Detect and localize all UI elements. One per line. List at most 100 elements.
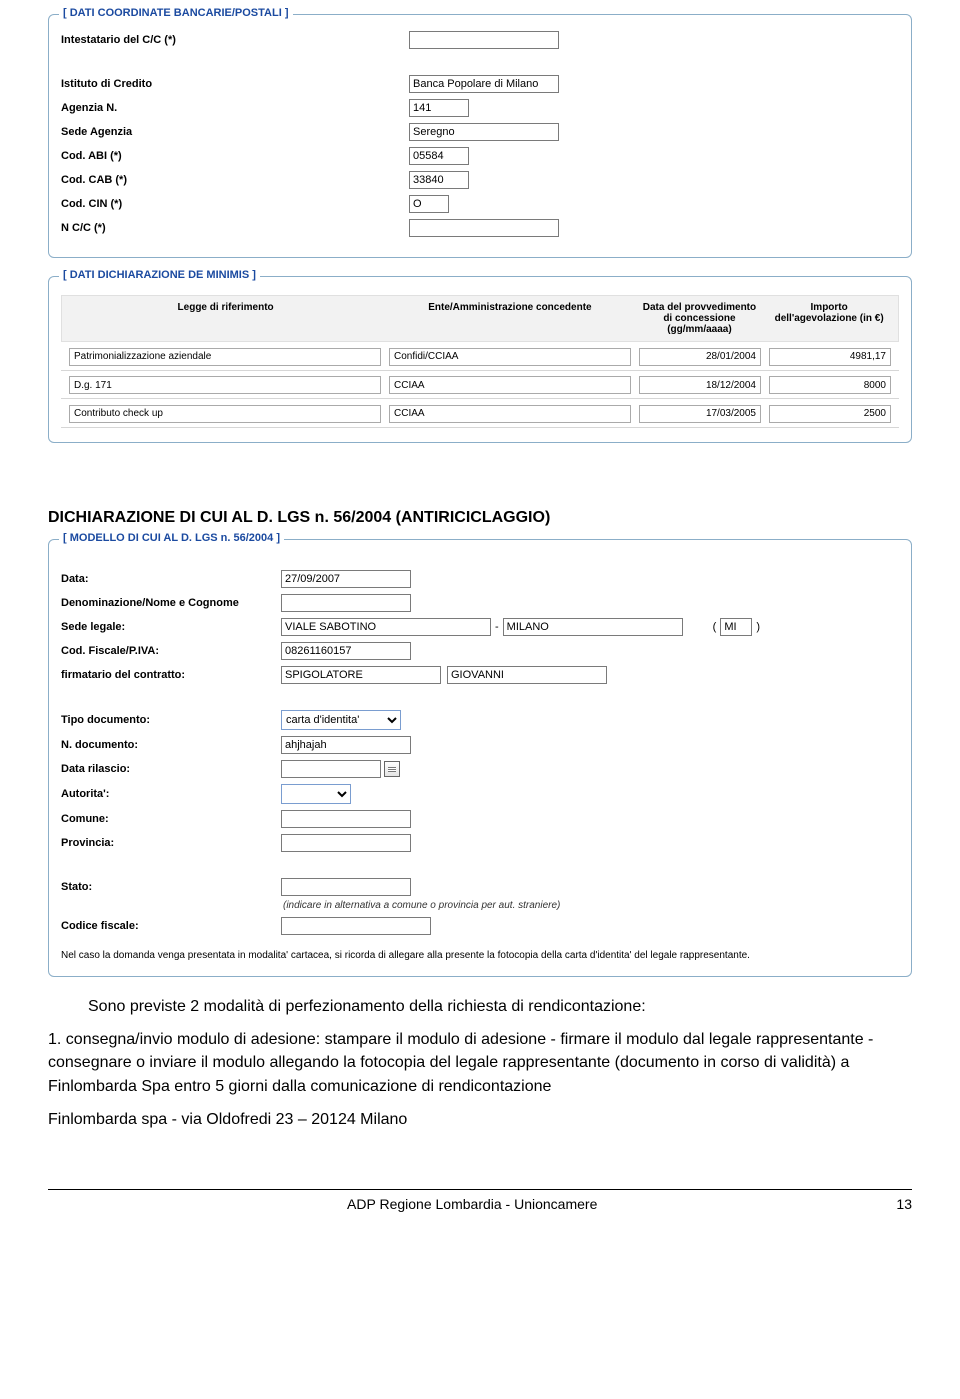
input-intestatario[interactable] — [409, 31, 559, 49]
input-codice-fiscale[interactable] — [281, 917, 431, 935]
table-row — [61, 399, 899, 428]
label-sede-legale: Sede legale: — [61, 621, 281, 633]
th-data: Data del provvedimento di concessione (g… — [635, 302, 765, 335]
cell-legge[interactable] — [69, 405, 381, 423]
input-firmatario-cognome[interactable] — [281, 666, 441, 684]
row-cod-cin: Cod. CIN (*) — [61, 195, 899, 213]
label-n-doc: N. documento: — [61, 739, 281, 751]
footer-page-number: 13 — [896, 1196, 912, 1212]
note-cartacea: Nel caso la domanda venga presentata in … — [61, 949, 899, 963]
row-cf-piva: Cod. Fiscale/P.IVA: — [61, 642, 899, 660]
row-denominazione: Denominazione/Nome e Cognome — [61, 594, 899, 612]
fieldset-bank: [ DATI COORDINATE BANCARIE/POSTALI ] Int… — [48, 14, 912, 258]
row-comune: Comune: — [61, 810, 899, 828]
select-autorita[interactable] — [281, 784, 351, 804]
page-footer: ADP Regione Lombardia - Unioncamere 13 — [48, 1189, 912, 1232]
row-n-doc: N. documento: — [61, 736, 899, 754]
cell-data[interactable] — [639, 348, 761, 366]
input-agenzia-n[interactable] — [409, 99, 469, 117]
input-istituto[interactable] — [409, 75, 559, 93]
table-row — [61, 371, 899, 400]
input-cod-cin[interactable] — [409, 195, 449, 213]
row-tipo-doc: Tipo documento: carta d'identita' — [61, 710, 899, 730]
select-tipo-doc[interactable]: carta d'identita' — [281, 710, 401, 730]
hint-stato: (indicare in alternativa a comune o prov… — [283, 900, 560, 911]
heading-antiriciclaggio: DICHIARAZIONE DI CUI AL D. LGS n. 56/200… — [48, 509, 912, 527]
label-codice-fiscale: Codice fiscale: — [61, 920, 281, 932]
label-data-rilascio: Data rilascio: — [61, 763, 281, 775]
label-data: Data: — [61, 573, 281, 585]
row-codice-fiscale: Codice fiscale: — [61, 917, 899, 935]
cell-importo[interactable] — [769, 348, 891, 366]
input-data-rilascio[interactable] — [281, 760, 381, 778]
text-intro: Sono previste 2 modalità di perfezioname… — [88, 995, 912, 1018]
label-cod-cab: Cod. CAB (*) — [61, 174, 409, 186]
input-cf-piva[interactable] — [281, 642, 411, 660]
row-firmatario: firmatario del contratto: — [61, 666, 899, 684]
table-row — [61, 342, 899, 371]
input-ncc[interactable] — [409, 219, 559, 237]
input-comune[interactable] — [281, 810, 411, 828]
deminimis-table: Legge di riferimento Ente/Amministrazion… — [61, 295, 899, 428]
cell-importo[interactable] — [769, 405, 891, 423]
legend-deminimis: [ DATI DICHIARAZIONE DE MINIMIS ] — [59, 269, 260, 281]
fieldset-modello: [ MODELLO DI CUI AL D. LGS n. 56/2004 ] … — [48, 539, 912, 978]
input-denominazione[interactable] — [281, 594, 411, 612]
text-address: Finlombarda spa - via Oldofredi 23 – 201… — [48, 1108, 912, 1131]
row-sede-legale: Sede legale: - ( ) — [61, 618, 899, 636]
cell-ente[interactable] — [389, 376, 631, 394]
row-cod-cab: Cod. CAB (*) — [61, 171, 899, 189]
legend-modello: [ MODELLO DI CUI AL D. LGS n. 56/2004 ] — [59, 532, 284, 544]
row-data: Data: — [61, 570, 899, 588]
input-sede-via[interactable] — [281, 618, 491, 636]
row-sede-agenzia: Sede Agenzia — [61, 123, 899, 141]
input-sede-agenzia[interactable] — [409, 123, 559, 141]
cell-legge[interactable] — [69, 376, 381, 394]
row-data-rilascio: Data rilascio: — [61, 760, 899, 778]
fieldset-deminimis: [ DATI DICHIARAZIONE DE MINIMIS ] Legge … — [48, 276, 912, 443]
row-agenzia-n: Agenzia N. — [61, 99, 899, 117]
label-tipo-doc: Tipo documento: — [61, 714, 281, 726]
label-firmatario: firmatario del contratto: — [61, 669, 281, 681]
label-cod-abi: Cod. ABI (*) — [61, 150, 409, 162]
input-provincia[interactable] — [281, 834, 411, 852]
row-istituto: Istituto di Credito — [61, 75, 899, 93]
table-header: Legge di riferimento Ente/Amministrazion… — [61, 295, 899, 342]
label-cf-piva: Cod. Fiscale/P.IVA: — [61, 645, 281, 657]
label-agenzia-n: Agenzia N. — [61, 102, 409, 114]
legend-bank: [ DATI COORDINATE BANCARIE/POSTALI ] — [59, 7, 293, 19]
row-ncc: N C/C (*) — [61, 219, 899, 237]
label-provincia: Provincia: — [61, 837, 281, 849]
label-intestatario: Intestatario del C/C (*) — [61, 34, 409, 46]
cell-ente[interactable] — [389, 405, 631, 423]
cell-legge[interactable] — [69, 348, 381, 366]
label-stato: Stato: — [61, 881, 281, 893]
label-autorita: Autorita': — [61, 788, 281, 800]
calendar-icon[interactable] — [384, 761, 400, 777]
input-sede-citta[interactable] — [503, 618, 683, 636]
input-cod-abi[interactable] — [409, 147, 469, 165]
cell-importo[interactable] — [769, 376, 891, 394]
input-n-doc[interactable] — [281, 736, 411, 754]
row-provincia: Provincia: — [61, 834, 899, 852]
row-stato-hint: (indicare in alternativa a comune o prov… — [61, 900, 899, 911]
cell-data[interactable] — [639, 376, 761, 394]
input-stato[interactable] — [281, 878, 411, 896]
input-firmatario-nome[interactable] — [447, 666, 607, 684]
label-ncc: N C/C (*) — [61, 222, 409, 234]
label-sede-agenzia: Sede Agenzia — [61, 126, 409, 138]
footer-left: ADP Regione Lombardia - Unioncamere — [48, 1196, 896, 1212]
text-point-1: 1. consegna/invio modulo di adesione: st… — [48, 1028, 912, 1098]
row-cod-abi: Cod. ABI (*) — [61, 147, 899, 165]
row-autorita: Autorita': — [61, 784, 899, 804]
input-data[interactable] — [281, 570, 411, 588]
th-ente: Ente/Amministrazione concedente — [385, 302, 634, 335]
label-denominazione: Denominazione/Nome e Cognome — [61, 597, 281, 609]
label-cod-cin: Cod. CIN (*) — [61, 198, 409, 210]
cell-ente[interactable] — [389, 348, 631, 366]
input-cod-cab[interactable] — [409, 171, 469, 189]
row-stato: Stato: — [61, 878, 899, 896]
input-sede-prov[interactable] — [720, 618, 752, 636]
cell-data[interactable] — [639, 405, 761, 423]
th-legge: Legge di riferimento — [66, 302, 385, 335]
